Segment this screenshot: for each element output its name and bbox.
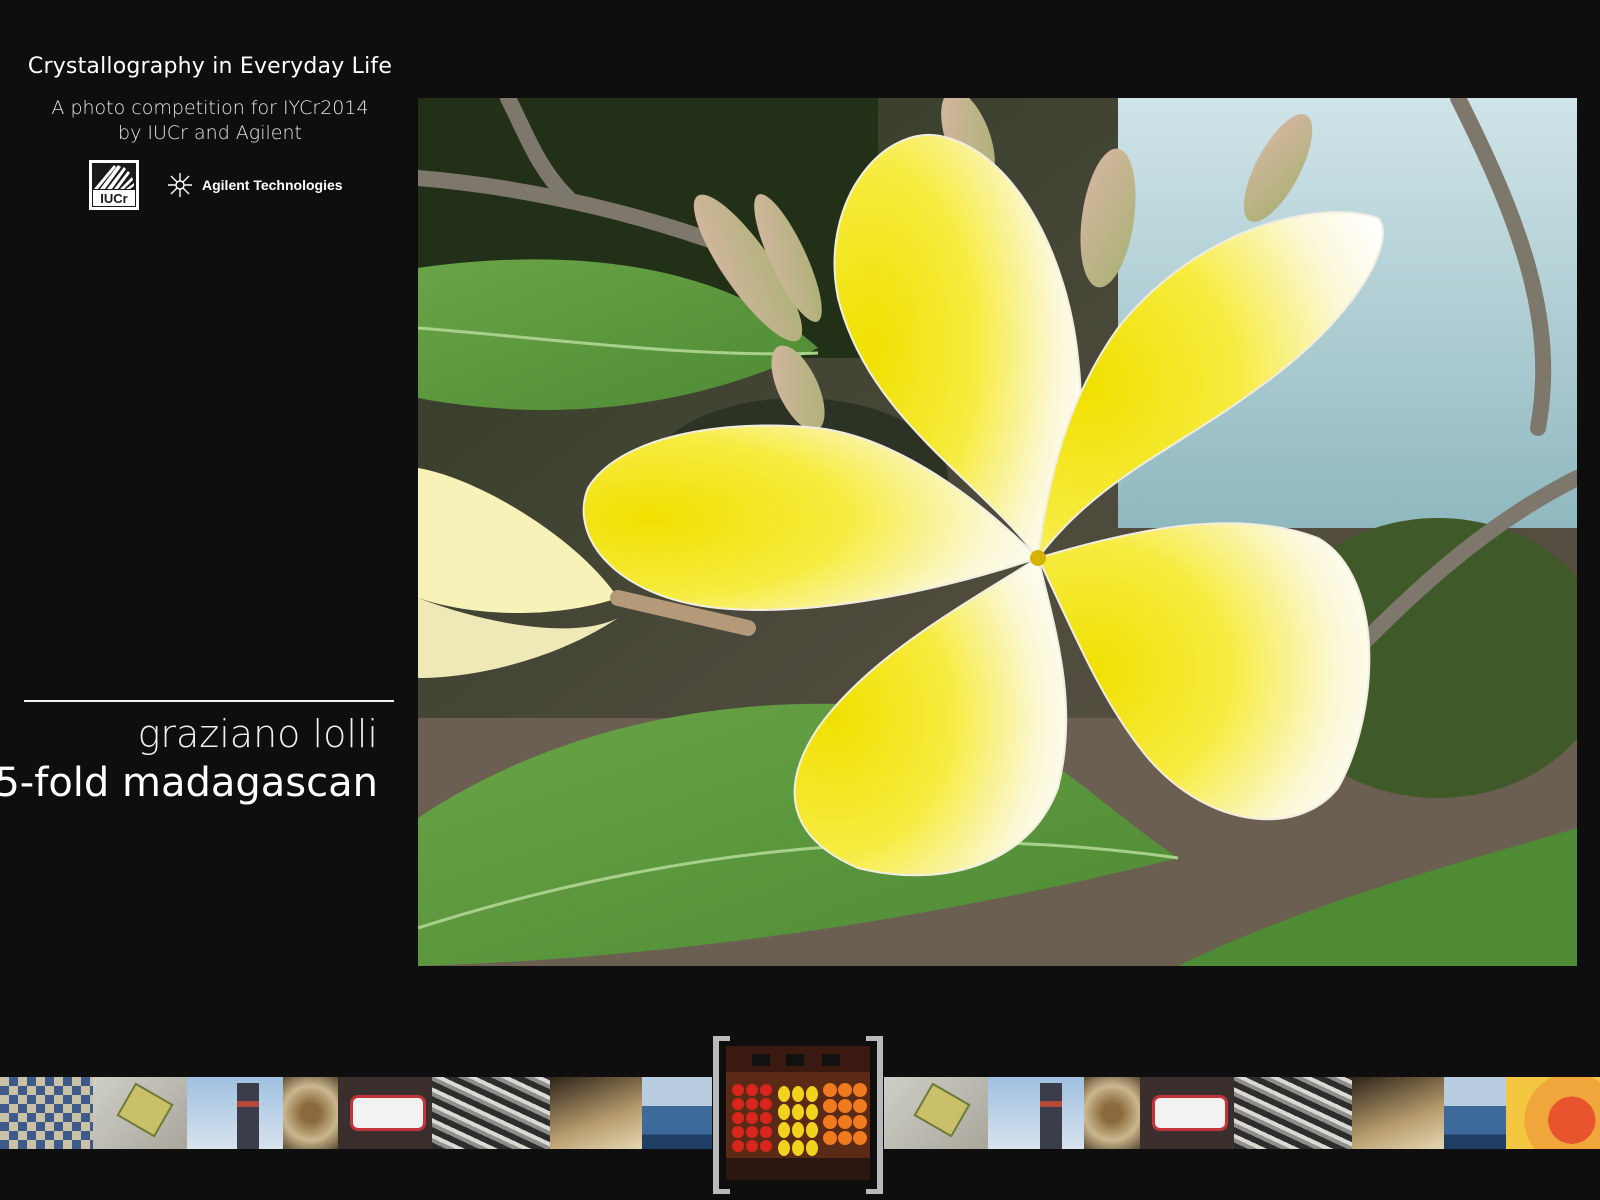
frangipani-flower-image (418, 98, 1577, 966)
iucr-logo-text: IUCr (100, 191, 127, 206)
photo-title: 5-fold madagascan (0, 760, 378, 806)
fruit-stall-image (726, 1046, 870, 1180)
thumbnail-fruit-mosaic[interactable] (1506, 1077, 1600, 1149)
caption-divider (24, 700, 394, 702)
left-bracket-icon (713, 1036, 730, 1194)
agilent-logo-text: Agilent Technologies (202, 177, 343, 193)
thumbnail-tiled-window[interactable] (1084, 1077, 1140, 1149)
thumbnail-tower-sky[interactable] (988, 1077, 1084, 1149)
thumbnail-fruit-stall[interactable] (726, 1046, 870, 1180)
thumbnail-graffiti[interactable] (338, 1077, 432, 1149)
right-bracket-icon (866, 1036, 883, 1194)
app-subtitle: A photo competition for IYCr2014 by IUCr… (0, 96, 420, 146)
thumbnail-paving-stones[interactable] (884, 1077, 988, 1149)
thumbnail-tower-sky[interactable] (187, 1077, 283, 1149)
photo-author: graziano lolli (137, 712, 378, 756)
agilent-logo: Agilent Technologies (166, 171, 343, 199)
iucr-logo: IUCr (89, 160, 139, 210)
subtitle-line-1: A photo competition for IYCr2014 (51, 97, 369, 119)
thumbnail-bricks[interactable] (1352, 1077, 1444, 1149)
agilent-spark-icon (168, 173, 192, 197)
main-photo[interactable] (418, 98, 1577, 966)
thumbnail-fish-market[interactable] (432, 1077, 550, 1149)
thumbnail-tiles-pattern[interactable] (0, 1077, 93, 1149)
thumbnail-harbor[interactable] (642, 1077, 712, 1149)
sponsor-logos: IUCr Agilent Technologies (88, 158, 343, 212)
thumbnail-paving-stones[interactable] (93, 1077, 187, 1149)
thumbnail-fish-market[interactable] (1234, 1077, 1352, 1149)
thumbnail-harbor[interactable] (1444, 1077, 1506, 1149)
thumbnail-graffiti[interactable] (1140, 1077, 1234, 1149)
subtitle-line-2: by IUCr and Agilent (118, 122, 302, 144)
thumbnail-bricks[interactable] (550, 1077, 642, 1149)
thumbnail-tiled-window[interactable] (283, 1077, 338, 1149)
app-title: Crystallography in Everyday Life (27, 54, 393, 79)
selected-thumbnail[interactable] (712, 1036, 884, 1194)
